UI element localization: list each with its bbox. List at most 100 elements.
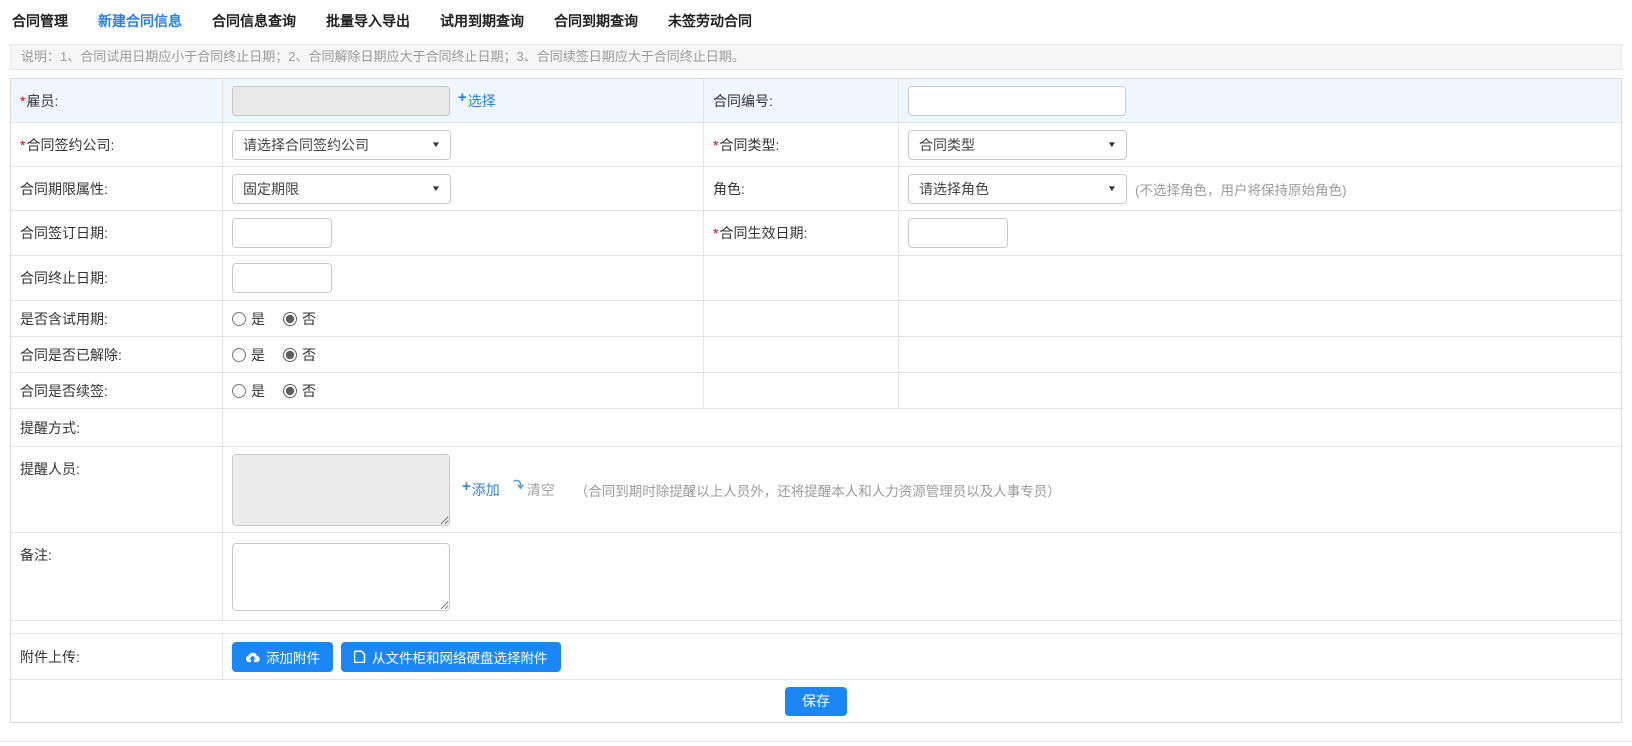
- trial-no-option[interactable]: 否: [283, 309, 316, 329]
- contract-type-selected-value: 合同类型: [919, 135, 975, 155]
- content-bottom-divider: [0, 741, 1632, 742]
- effective-date-label: 合同生效日期:: [719, 223, 807, 243]
- employee-label: 雇员:: [26, 91, 58, 111]
- remind-people-clear-label: 清空: [527, 480, 555, 500]
- effective-date-field-cell: [899, 211, 1621, 255]
- renew-yes-label: 是: [251, 381, 265, 401]
- spacer-row: [11, 621, 1621, 634]
- contract-no-field-cell: [899, 79, 1621, 122]
- new-contract-form: * 雇员: + 选择 合同编号: * 合同签约公司: 请选择合同签约公司 ▼ *: [10, 78, 1622, 723]
- remark-label: 备注:: [20, 545, 52, 565]
- plus-icon: +: [458, 89, 467, 106]
- empty-cell: [899, 256, 1621, 300]
- terminated-field-cell: 是 否: [223, 337, 704, 372]
- contract-type-label-cell: * 合同类型:: [704, 123, 899, 166]
- end-date-label: 合同终止日期:: [20, 268, 108, 288]
- instruction-note: 说明：1、合同试用日期应小于合同终止日期；2、合同解除日期应大于合同终止日期；3…: [10, 44, 1622, 70]
- contract-no-input[interactable]: [908, 86, 1126, 116]
- row-remark: 备注:: [11, 533, 1621, 621]
- terminated-yes-option[interactable]: 是: [232, 345, 265, 365]
- sign-company-select[interactable]: 请选择合同签约公司 ▼: [232, 130, 451, 160]
- row-trial: 是否含试用期: 是 否: [11, 301, 1621, 337]
- save-button[interactable]: 保存: [785, 687, 847, 716]
- trial-no-radio[interactable]: [283, 312, 297, 326]
- terminated-label: 合同是否已解除:: [20, 345, 122, 365]
- terminated-yes-label: 是: [251, 345, 265, 365]
- role-select[interactable]: 请选择角色 ▼: [908, 174, 1127, 204]
- remind-people-clear-link[interactable]: 清空: [512, 480, 555, 500]
- tab-contract-info-query[interactable]: 合同信息查询: [212, 11, 296, 31]
- renew-no-radio[interactable]: [283, 384, 297, 398]
- renew-no-option[interactable]: 否: [283, 381, 316, 401]
- contract-no-label: 合同编号:: [713, 91, 773, 111]
- role-label-cell: 角色:: [704, 167, 899, 210]
- row-remind-method: 提醒方式:: [11, 409, 1621, 447]
- remind-people-add-link[interactable]: 添加: [472, 480, 500, 500]
- row-attachments: 附件上传: 添加附件 从文件柜和网络硬盘选择附件: [11, 634, 1621, 680]
- role-hint: (不选择角色，用户将保持原始角色): [1135, 179, 1347, 199]
- empty-cell: [704, 373, 899, 408]
- employee-label-cell: * 雇员:: [11, 79, 223, 122]
- effective-date-label-cell: * 合同生效日期:: [704, 211, 899, 255]
- remark-field-cell: [223, 533, 1621, 620]
- role-label: 角色:: [713, 179, 745, 199]
- select-from-cabinet-button[interactable]: 从文件柜和网络硬盘选择附件: [341, 642, 561, 672]
- tab-trial-expiry-query[interactable]: 试用到期查询: [440, 11, 524, 31]
- row-sign-company: * 合同签约公司: 请选择合同签约公司 ▼ * 合同类型: 合同类型 ▼: [11, 123, 1621, 167]
- dropdown-arrow-icon: ▼: [431, 184, 441, 193]
- renew-yes-option[interactable]: 是: [232, 381, 265, 401]
- employee-choose-link[interactable]: 选择: [468, 91, 496, 111]
- trial-label: 是否含试用期:: [20, 309, 108, 329]
- contract-type-field-cell: 合同类型 ▼: [899, 123, 1621, 166]
- end-date-input[interactable]: [232, 263, 332, 293]
- trial-field-cell: 是 否: [223, 301, 704, 336]
- trial-yes-option[interactable]: 是: [232, 309, 265, 329]
- employee-input: [232, 86, 450, 116]
- sign-date-label: 合同签订日期:: [20, 223, 108, 243]
- add-attachment-button[interactable]: 添加附件: [232, 642, 333, 672]
- trial-yes-label: 是: [251, 309, 265, 329]
- select-from-cabinet-label: 从文件柜和网络硬盘选择附件: [372, 647, 548, 667]
- empty-cell: [704, 256, 899, 300]
- term-attr-label: 合同期限属性:: [20, 179, 108, 199]
- term-attr-select[interactable]: 固定期限 ▼: [232, 174, 451, 204]
- sign-date-input[interactable]: [232, 218, 332, 248]
- empty-cell: [704, 337, 899, 372]
- remind-method-label-cell: 提醒方式:: [11, 409, 223, 446]
- effective-date-input[interactable]: [908, 218, 1008, 248]
- tab-new-contract-info[interactable]: 新建合同信息: [98, 11, 182, 31]
- renew-field-cell: 是 否: [223, 373, 704, 408]
- remind-people-field-cell: + 添加 清空 （合同到期时除提醒以上人员外，还将提醒本人和人力资源管理员以及人…: [223, 447, 1621, 532]
- employee-field-cell: + 选择: [223, 79, 704, 122]
- tab-batch-import-export[interactable]: 批量导入导出: [326, 11, 410, 31]
- term-attr-field-cell: 固定期限 ▼: [223, 167, 704, 210]
- terminated-no-radio[interactable]: [283, 348, 297, 362]
- tab-unsigned-labor-contract[interactable]: 未签劳动合同: [668, 11, 752, 31]
- remind-method-label: 提醒方式:: [20, 418, 80, 438]
- empty-cell: [11, 621, 1621, 633]
- sign-date-field-cell: [223, 211, 704, 255]
- terminated-yes-radio[interactable]: [232, 348, 246, 362]
- renew-no-label: 否: [302, 381, 316, 401]
- tab-contract-management[interactable]: 合同管理: [12, 11, 68, 31]
- renew-yes-radio[interactable]: [232, 384, 246, 398]
- trial-yes-radio[interactable]: [232, 312, 246, 326]
- remind-people-label-cell: 提醒人员:: [11, 447, 223, 532]
- remind-people-hint: （合同到期时除提醒以上人员外，还将提醒本人和人力资源管理员以及人事专员）: [575, 480, 1061, 500]
- terminated-no-option[interactable]: 否: [283, 345, 316, 365]
- row-renew: 合同是否续签: 是 否: [11, 373, 1621, 409]
- trial-no-label: 否: [302, 309, 316, 329]
- terminated-label-cell: 合同是否已解除:: [11, 337, 223, 372]
- dropdown-arrow-icon: ▼: [431, 140, 441, 149]
- dropdown-arrow-icon: ▼: [1107, 140, 1117, 149]
- sign-company-field-cell: 请选择合同签约公司 ▼: [223, 123, 704, 166]
- tab-contract-expiry-query[interactable]: 合同到期查询: [554, 11, 638, 31]
- sign-company-selected-value: 请选择合同签约公司: [243, 135, 369, 155]
- dropdown-arrow-icon: ▼: [1107, 184, 1117, 193]
- remark-textarea[interactable]: [232, 543, 450, 611]
- required-marker: *: [20, 93, 25, 109]
- row-terminated: 合同是否已解除: 是 否: [11, 337, 1621, 373]
- contract-type-select[interactable]: 合同类型 ▼: [908, 130, 1127, 160]
- empty-cell: [899, 373, 1621, 408]
- renew-label-cell: 合同是否续签:: [11, 373, 223, 408]
